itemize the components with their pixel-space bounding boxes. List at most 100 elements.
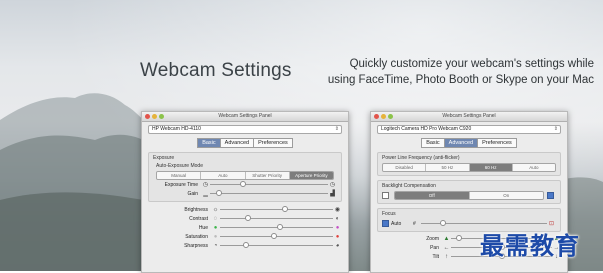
gain-label: Gain	[187, 190, 198, 197]
exposure-mode-segmented: Manual Auto Shutter Priority Aperture Pr…	[156, 171, 334, 180]
contrast-row: Contrast ◌ ◐	[148, 214, 342, 223]
mode-aperture-priority[interactable]: Aperture Priority	[289, 172, 333, 179]
slider-knob[interactable]	[439, 220, 446, 226]
hue-slider[interactable]	[220, 224, 333, 230]
slider-knob[interactable]	[242, 242, 249, 248]
tab-basic[interactable]: Basic	[197, 138, 221, 148]
saturation-low-icon: ●	[213, 233, 218, 240]
slider-knob[interactable]	[244, 215, 251, 221]
power-line-60hz[interactable]: 60 Hz	[469, 164, 513, 171]
tab-advanced[interactable]: Advanced	[444, 138, 479, 148]
arrow-up-icon: ↑	[445, 253, 448, 260]
tab-preferences[interactable]: Preferences	[254, 138, 293, 148]
minimize-icon[interactable]	[152, 114, 157, 119]
slider-knob[interactable]	[456, 235, 463, 241]
minimize-icon[interactable]	[381, 114, 386, 119]
focus-hash-label: #	[413, 220, 416, 227]
mode-manual[interactable]: Manual	[157, 172, 202, 179]
window-title: Webcam Settings Panel	[218, 113, 272, 119]
focus-auto-checkbox[interactable]	[382, 220, 389, 227]
sharpness-label: Sharpness	[184, 242, 208, 249]
backlight-segmented: Off On	[394, 191, 544, 200]
focus-label: Focus	[382, 211, 396, 217]
exposure-time-row: Exposure Time ◷ ◷	[153, 180, 337, 189]
window-titlebar: Webcam Settings Panel	[371, 112, 567, 122]
power-line-50hz[interactable]: 50 Hz	[426, 164, 470, 171]
auto-exposure-label: Auto-Exposure Mode	[156, 163, 203, 169]
close-icon[interactable]	[145, 114, 150, 119]
subtitle-line-1: Quickly customize your webcam's settings…	[349, 58, 594, 70]
hue-row: Hue ● ●	[148, 223, 342, 232]
camera-select[interactable]: Logitech Camera HD Pro Webcam C920 ⇕	[377, 125, 561, 134]
watermark-logo: 最需教育	[480, 232, 580, 260]
zoom-icon[interactable]	[159, 114, 164, 119]
signal-high-icon: ▟	[330, 191, 335, 197]
mode-shutter-priority[interactable]: Shutter Priority	[245, 172, 290, 179]
hue-label: Hue	[198, 224, 208, 231]
power-line-label: Power Line Frequency (anti-flicker)	[382, 155, 460, 161]
saturation-high-icon: ●	[335, 233, 340, 240]
tab-bar: Basic Advanced Preferences	[142, 138, 348, 148]
exposure-group-label: Exposure	[153, 155, 175, 161]
sharpness-high-icon: ◕	[335, 242, 340, 249]
hue-magenta-icon: ●	[335, 224, 340, 231]
contrast-slider[interactable]	[220, 215, 333, 221]
saturation-slider[interactable]	[220, 233, 333, 239]
exposure-time-slider[interactable]	[210, 181, 328, 187]
tilt-label: Tilt	[432, 253, 439, 260]
zoom-out-icon: ▲	[443, 235, 450, 242]
window-title: Webcam Settings Panel	[442, 113, 496, 119]
backlight-group: Backlight Compensation Off On	[377, 180, 561, 204]
sharpness-slider[interactable]	[220, 242, 333, 248]
brightness-label: Brightness	[184, 206, 208, 213]
brightness-slider[interactable]	[220, 206, 333, 212]
close-icon[interactable]	[374, 114, 379, 119]
camera-select[interactable]: HP Webcam HD-4110 ⇕	[148, 125, 342, 134]
slider-knob[interactable]	[282, 206, 289, 212]
tab-bar: Basic Advanced Preferences	[371, 138, 567, 148]
camera-select-value: Logitech Camera HD Pro Webcam C920	[381, 126, 472, 132]
zoom-icon[interactable]	[388, 114, 393, 119]
brightness-high-icon: ◉	[334, 207, 341, 213]
backlight-on[interactable]: On	[469, 192, 543, 199]
backlight-label: Backlight Compensation	[382, 183, 436, 189]
image-sliders: Brightness ☼ ◉ Contrast ◌ ◐ Hue ● ● Satu…	[148, 205, 342, 250]
contrast-low-icon: ◌	[213, 215, 218, 222]
focus-auto-label: Auto	[391, 220, 402, 227]
sharpness-low-icon: ◔	[213, 242, 218, 249]
mode-auto[interactable]: Auto	[201, 172, 246, 179]
backlight-high-icon	[547, 192, 554, 199]
gain-slider[interactable]	[210, 190, 328, 196]
gain-row: Gain ▁ ▟	[153, 189, 337, 198]
power-line-disabled[interactable]: Disabled	[383, 164, 427, 171]
slider-knob[interactable]	[215, 190, 222, 196]
exposure-time-label: Exposure Time	[164, 181, 198, 188]
settings-window-basic: Webcam Settings Panel HP Webcam HD-4110 …	[141, 111, 349, 273]
focus-slider[interactable]	[421, 220, 547, 226]
arrow-left-icon: ←	[443, 244, 450, 251]
backlight-off[interactable]: Off	[395, 192, 470, 199]
contrast-label: Contrast	[189, 215, 208, 222]
tab-basic[interactable]: Basic	[421, 138, 445, 148]
slider-knob[interactable]	[276, 224, 283, 230]
backlight-low-icon	[382, 192, 389, 199]
tab-advanced[interactable]: Advanced	[220, 138, 255, 148]
power-line-group: Power Line Frequency (anti-flicker) Disa…	[377, 152, 561, 176]
subtitle-line-2: using FaceTime, Photo Booth or Skype on …	[327, 74, 594, 86]
signal-low-icon: ▁	[203, 191, 208, 197]
exposure-group: Exposure Auto-Exposure Mode Manual Auto …	[148, 152, 342, 202]
page-title: Webcam Settings	[140, 60, 292, 81]
tab-preferences[interactable]: Preferences	[478, 138, 517, 148]
power-line-auto[interactable]: Auto	[512, 164, 555, 171]
slider-knob[interactable]	[239, 181, 246, 187]
contrast-high-icon: ◐	[335, 215, 340, 222]
saturation-row: Saturation ● ●	[148, 232, 342, 241]
clock-icon: ◷	[329, 182, 336, 188]
clock-icon: ◷	[202, 182, 209, 188]
chevron-updown-icon: ⇕	[553, 126, 558, 132]
brightness-row: Brightness ☼ ◉	[148, 205, 342, 214]
chevron-updown-icon: ⇕	[334, 126, 339, 132]
zoom-label: Zoom	[426, 235, 439, 242]
slider-knob[interactable]	[270, 233, 277, 239]
saturation-label: Saturation	[185, 233, 208, 240]
